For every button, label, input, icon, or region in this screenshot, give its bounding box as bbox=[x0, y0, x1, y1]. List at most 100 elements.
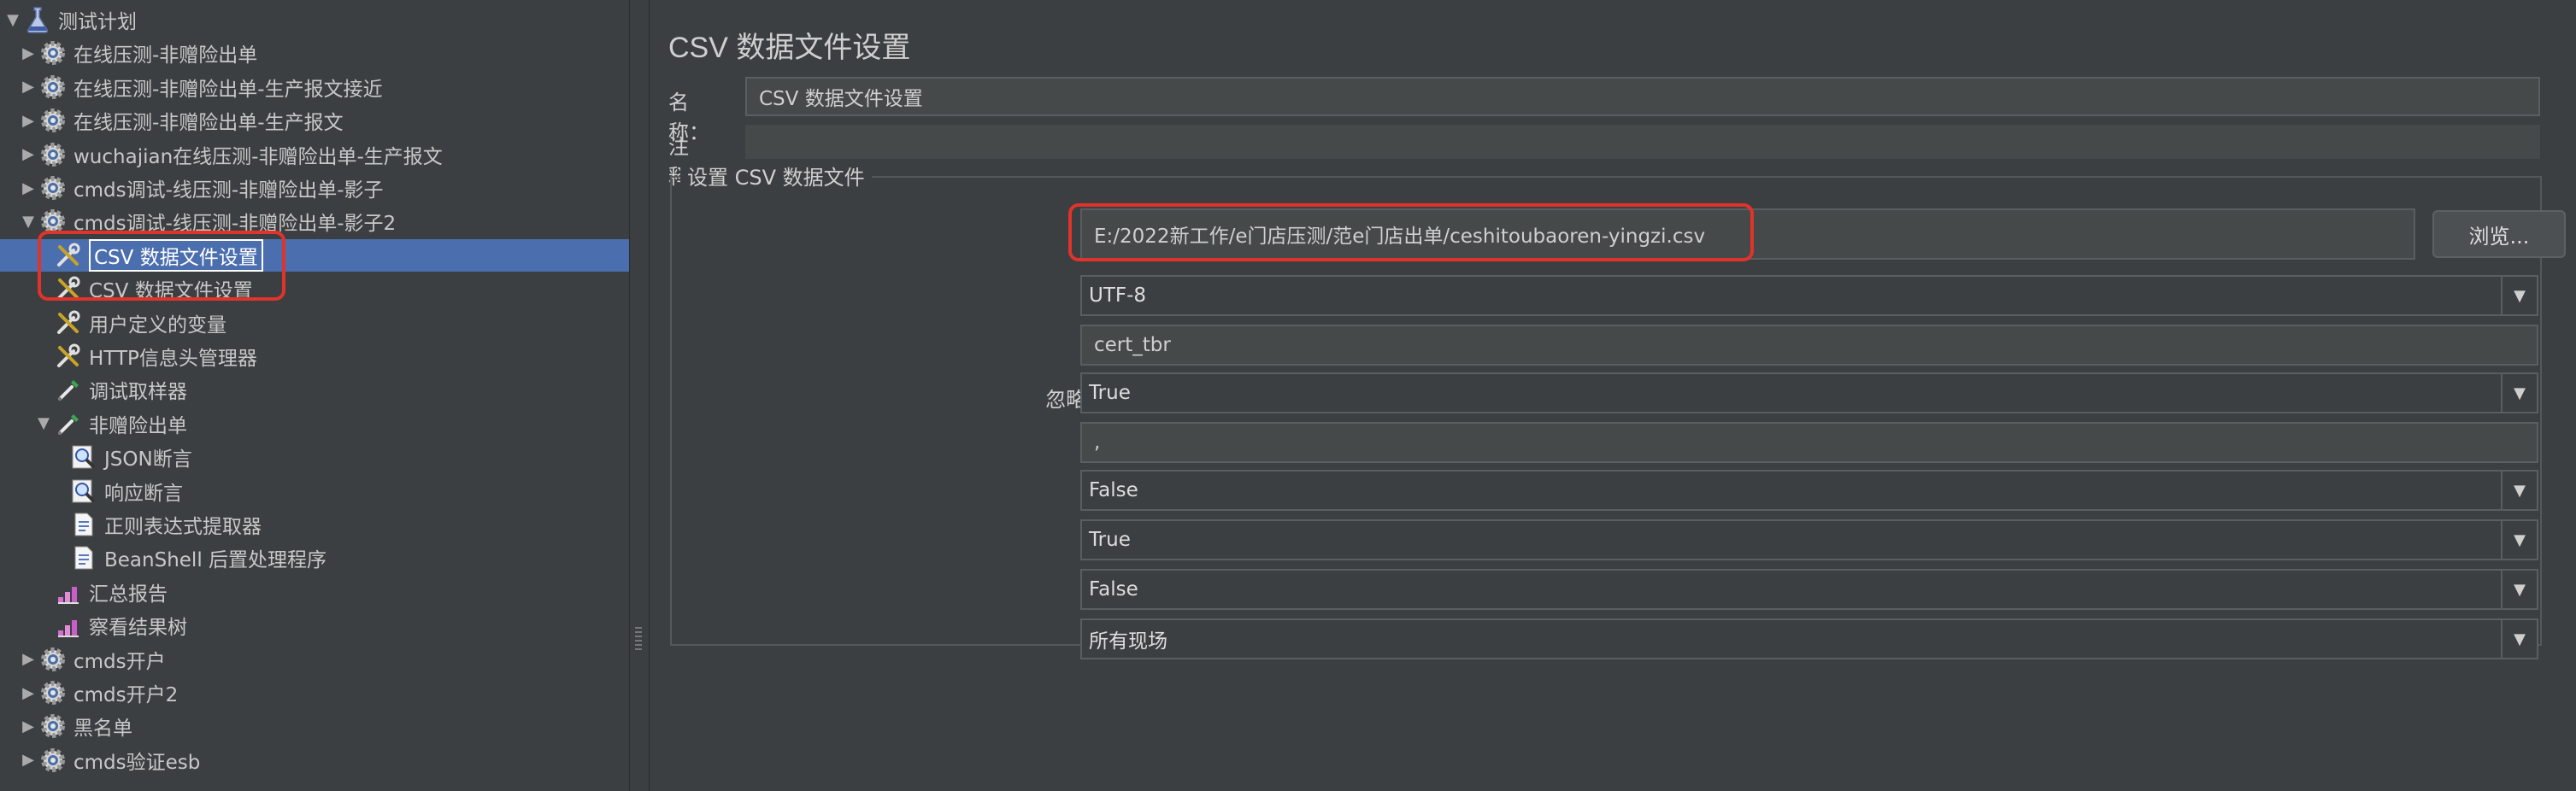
tree-item[interactable]: ▶ cmds验证esb bbox=[19, 744, 200, 776]
magnifier-icon bbox=[68, 442, 99, 472]
dropdown-select[interactable]: False ▼ bbox=[1080, 569, 2538, 610]
tree-item-label: cmds验证esb bbox=[74, 751, 201, 774]
chevron-down-icon[interactable]: ▼ bbox=[2501, 472, 2537, 509]
gear-icon bbox=[38, 678, 68, 707]
tree-item-label: wuchajian在线压测-非赠险出单-生产报文 bbox=[74, 145, 443, 168]
tree-item-label: BeanShell 后置处理程序 bbox=[104, 549, 327, 572]
expand-toggle-icon[interactable]: ▼ bbox=[34, 414, 53, 432]
expand-toggle-icon[interactable]: ▶ bbox=[19, 145, 38, 163]
tree-item-label: 察看结果树 bbox=[89, 617, 187, 640]
tree-item-label: 黑名单 bbox=[74, 718, 132, 741]
chevron-down-icon[interactable]: ▼ bbox=[2501, 374, 2537, 412]
gear-icon bbox=[38, 645, 68, 674]
tree-item[interactable]: JSON断言 bbox=[50, 441, 192, 473]
expand-toggle-icon[interactable]: ▶ bbox=[19, 179, 38, 197]
dropdown-select[interactable]: True ▼ bbox=[1080, 519, 2538, 560]
document-icon bbox=[68, 543, 99, 572]
tree-item-label: 在线压测-非赠险出单 bbox=[74, 44, 258, 67]
page-title: CSV 数据文件设置 bbox=[668, 32, 911, 64]
tree-item-label: JSON断言 bbox=[104, 448, 192, 472]
chevron-down-icon[interactable]: ▼ bbox=[2501, 620, 2537, 658]
comment-field[interactable] bbox=[745, 125, 2540, 159]
dropdown-value: UTF-8 bbox=[1089, 284, 1147, 307]
tree-item-label: cmds开户2 bbox=[74, 684, 179, 706]
tree-item[interactable]: 调试取样器 bbox=[34, 373, 187, 406]
tree-item-label: 汇总报告 bbox=[89, 583, 168, 606]
split-pane-divider[interactable] bbox=[629, 0, 650, 791]
expand-toggle-icon[interactable]: ▶ bbox=[19, 78, 38, 96]
dropdown-select[interactable]: True ▼ bbox=[1080, 372, 2538, 413]
tree-item[interactable]: ▶ cmds开户2 bbox=[19, 677, 178, 709]
tree-item[interactable]: ▼ 非赠险出单 bbox=[34, 407, 187, 440]
gear-icon bbox=[38, 73, 68, 102]
pipette-icon bbox=[53, 375, 84, 404]
tree-item-label: 非赠险出单 bbox=[89, 414, 187, 437]
chevron-down-icon[interactable]: ▼ bbox=[2501, 277, 2537, 314]
chart-icon bbox=[53, 611, 84, 640]
tree-item-label: cmds调试-线压测-非赠险出单-影子 bbox=[74, 179, 384, 202]
tree-item-label: 响应断言 bbox=[104, 482, 183, 505]
group-title: 设置 CSV 数据文件 bbox=[680, 161, 872, 190]
tree-item[interactable]: ▶ 在线压测-非赠险出单-生产报文 bbox=[19, 104, 344, 137]
browse-button[interactable]: 浏览... bbox=[2432, 210, 2566, 258]
csv-config-panel: CSV 数据文件设置 名称： CSV 数据文件设置 注释： 设置 CSV 数据文… bbox=[650, 0, 2576, 791]
expand-toggle-icon[interactable]: ▶ bbox=[19, 684, 38, 702]
tree-item[interactable]: ▼ 测试计划 bbox=[3, 3, 137, 36]
name-field[interactable]: CSV 数据文件设置 bbox=[745, 77, 2540, 116]
highlight-box-tree bbox=[38, 231, 285, 301]
tree-item[interactable]: HTTP信息头管理器 bbox=[34, 340, 257, 372]
tree-item[interactable]: 正则表达式提取器 bbox=[50, 508, 262, 541]
wrench-icon bbox=[53, 308, 84, 337]
tree-item[interactable]: ▶ cmds调试-线压测-非赠险出单-影子 bbox=[19, 172, 384, 204]
divider-grip-icon[interactable] bbox=[635, 627, 642, 651]
tree-item[interactable]: BeanShell 后置处理程序 bbox=[50, 542, 326, 574]
tree-item-label: 测试计划 bbox=[58, 11, 137, 33]
document-icon bbox=[68, 510, 99, 539]
tree-item[interactable]: 汇总报告 bbox=[34, 576, 168, 608]
tree-item[interactable]: 用户定义的变量 bbox=[34, 307, 226, 339]
test-plan-tree: ▼ 测试计划 ▶ 在线压测-非赠险出单 ▶ 在线压测-非赠险出单-生产报文接近 ▶ 在线压测-… bbox=[0, 0, 629, 791]
tree-item-label: HTTP信息头管理器 bbox=[89, 348, 257, 370]
gear-icon bbox=[38, 106, 68, 135]
text-field[interactable]: cert_tbr bbox=[1080, 325, 2538, 366]
chevron-down-icon[interactable]: ▼ bbox=[2501, 571, 2537, 608]
highlight-box-filename bbox=[1068, 203, 1754, 261]
tree-item-label: 在线压测-非赠险出单-生产报文 bbox=[74, 112, 344, 135]
wrench-icon bbox=[53, 342, 84, 371]
gear-icon bbox=[38, 712, 68, 741]
tree-item[interactable]: ▶ 在线压测-非赠险出单-生产报文接近 bbox=[19, 71, 383, 103]
flask-icon bbox=[22, 5, 53, 34]
expand-toggle-icon[interactable]: ▼ bbox=[3, 11, 22, 29]
pipette-icon bbox=[53, 409, 84, 438]
expand-toggle-icon[interactable]: ▼ bbox=[19, 213, 38, 231]
expand-toggle-icon[interactable]: ▶ bbox=[19, 751, 38, 769]
dropdown-value: False bbox=[1089, 479, 1138, 501]
expand-toggle-icon[interactable]: ▶ bbox=[19, 44, 38, 62]
text-field[interactable]: , bbox=[1080, 422, 2538, 463]
tree-item[interactable]: 察看结果树 bbox=[34, 609, 187, 642]
tree-item-label: 调试取样器 bbox=[89, 381, 187, 404]
gear-icon bbox=[38, 38, 68, 67]
expand-toggle-icon[interactable]: ▶ bbox=[19, 112, 38, 130]
gear-icon bbox=[38, 746, 68, 775]
tree-item[interactable]: ▶ cmds开户 bbox=[19, 643, 166, 676]
chevron-down-icon[interactable]: ▼ bbox=[2501, 521, 2537, 559]
tree-item[interactable]: ▶ wuchajian在线压测-非赠险出单-生产报文 bbox=[19, 138, 443, 171]
magnifier-icon bbox=[68, 477, 99, 506]
tree-item-label: cmds开户 bbox=[74, 650, 166, 673]
dropdown-select[interactable]: False ▼ bbox=[1080, 470, 2538, 511]
tree-item-label: 用户定义的变量 bbox=[89, 313, 226, 337]
dropdown-select[interactable]: UTF-8 ▼ bbox=[1080, 275, 2538, 316]
dropdown-value: True bbox=[1089, 529, 1131, 551]
expand-toggle-icon[interactable]: ▶ bbox=[19, 718, 38, 735]
dropdown-value: 所有现场 bbox=[1089, 630, 1167, 653]
tree-item-label: 在线压测-非赠险出单-生产报文接近 bbox=[74, 78, 383, 101]
tree-item[interactable]: ▶ 在线压测-非赠险出单 bbox=[19, 37, 257, 69]
tree-item[interactable]: 响应断言 bbox=[50, 475, 183, 507]
chart-icon bbox=[53, 577, 84, 606]
expand-toggle-icon[interactable]: ▶ bbox=[19, 650, 38, 668]
dropdown-select[interactable]: 所有现场 ▼ bbox=[1080, 618, 2538, 659]
dropdown-value: True bbox=[1089, 382, 1131, 404]
dropdown-value: False bbox=[1089, 578, 1138, 601]
tree-item[interactable]: ▶ 黑名单 bbox=[19, 710, 132, 742]
